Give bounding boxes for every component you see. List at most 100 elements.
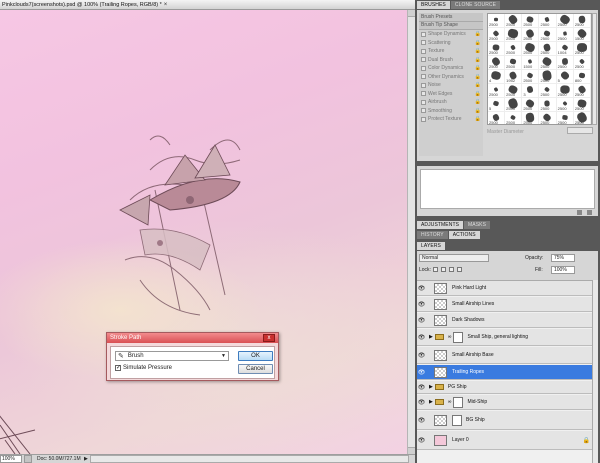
brush-option-checkbox[interactable] (421, 57, 426, 63)
brush-preset[interactable]: 5 (488, 98, 506, 112)
lock-icon[interactable]: 🔒 (475, 65, 481, 71)
brush-option[interactable]: Texture 🔒 (419, 47, 483, 56)
eye-icon[interactable]: 👁 (417, 369, 426, 376)
lock-icon[interactable]: 🔒 (475, 40, 481, 46)
canvas[interactable]: Stroke Path x ✎ Brush ▼ ✓ Simulate Press… (0, 10, 407, 454)
brush-preset[interactable]: 2500 (505, 84, 523, 98)
tab-clone-source[interactable]: CLONE SOURCE (450, 1, 501, 9)
layer-mask-thumbnail[interactable] (453, 331, 464, 343)
eye-icon[interactable]: 👁 (417, 334, 426, 341)
brush-preset[interactable]: 2500 (522, 98, 540, 112)
brush-preset[interactable]: 2500 (505, 97, 523, 112)
lock-icon[interactable]: 🔒 (475, 82, 481, 88)
brush-preset[interactable]: 2500 (539, 84, 557, 98)
brush-option[interactable]: Protect Texture 🔒 (419, 115, 483, 124)
lock-icon[interactable]: 🔒 (475, 48, 481, 54)
expand-triangle-icon[interactable]: ▶ (429, 334, 433, 340)
blend-mode-select[interactable]: Normal (419, 254, 489, 262)
brush-preset[interactable]: 2500 (488, 14, 506, 28)
eye-icon[interactable]: 👁 (417, 285, 426, 292)
lock-icon[interactable]: 🔒 (475, 74, 481, 80)
brush-preset[interactable]: 2500 (557, 112, 574, 124)
brush-preset[interactable]: 2500 (488, 112, 506, 124)
layer-mask-thumbnail[interactable] (452, 414, 462, 426)
brush-preset[interactable]: 1952 (505, 70, 523, 84)
zoom-field[interactable]: 100% (0, 455, 22, 463)
brush-preset[interactable]: 2500 (488, 42, 506, 56)
brush-grid-scrollbar[interactable] (592, 13, 597, 125)
brush-preset[interactable]: 4 (488, 70, 506, 84)
lock-transparent-icon[interactable] (433, 267, 438, 272)
brush-option[interactable]: Dual Brush 🔒 (419, 56, 483, 65)
eye-icon[interactable]: 👁 (417, 437, 426, 444)
brush-option[interactable]: Brush Presets (419, 13, 483, 22)
layer-row[interactable]: 👁 Layer 0 🔒 (417, 431, 598, 450)
eye-icon[interactable]: 👁 (417, 417, 426, 424)
brush-option[interactable]: Airbrush 🔒 (419, 98, 483, 107)
eye-icon[interactable]: 👁 (417, 301, 426, 308)
brush-preset[interactable]: 2500 (505, 56, 523, 70)
lock-icon[interactable]: 🔒 (475, 31, 481, 37)
fill-input[interactable]: 100% (551, 266, 575, 274)
layer-thumbnail[interactable] (434, 314, 447, 326)
lock-all-icon[interactable] (457, 267, 462, 272)
layer-row[interactable]: 👁 ▶ ∞ Small Ship, general lighting (417, 329, 598, 346)
tab-layers[interactable]: LAYERS (417, 242, 445, 250)
eye-icon[interactable]: 👁 (417, 384, 426, 391)
cancel-button[interactable]: Cancel (238, 364, 273, 374)
brush-option[interactable]: Wet Edges 🔒 (419, 90, 483, 99)
brush-preset[interactable]: 2500 (556, 56, 574, 70)
chevron-right-icon[interactable]: ▶ (84, 456, 88, 462)
lock-icon[interactable]: 🔒 (475, 91, 481, 97)
lock-icon[interactable]: 🔒 (475, 108, 481, 114)
brush-preset[interactable]: 2500 (488, 28, 506, 42)
lock-position-icon[interactable] (449, 267, 454, 272)
brush-option-checkbox[interactable] (421, 48, 426, 54)
brush-option[interactable]: Shape Dynamics 🔒 (419, 30, 483, 39)
brush-preset[interactable]: 2500 (539, 14, 557, 28)
vertical-scrollbar[interactable] (407, 10, 415, 454)
new-brush-icon[interactable] (587, 210, 592, 215)
brush-preset[interactable]: 800 (573, 70, 591, 84)
status-icon[interactable] (24, 455, 32, 463)
brush-preset[interactable]: 5 (556, 70, 574, 84)
layer-thumbnail[interactable] (434, 434, 447, 446)
dialog-close-button[interactable]: x (263, 334, 275, 342)
layer-thumbnail[interactable] (434, 414, 447, 426)
brush-option-checkbox[interactable] (421, 116, 426, 122)
lock-icon[interactable]: 🔒 (475, 99, 481, 105)
brush-option[interactable]: Color Dynamics 🔒 (419, 64, 483, 73)
expand-triangle-icon[interactable]: ▶ (429, 384, 433, 390)
layers-scrollbar[interactable] (592, 280, 598, 463)
layer-row[interactable]: 👁 ▶ ∞ Mid-Ship (417, 395, 598, 410)
brush-preset[interactable]: 2500 (539, 69, 557, 84)
expand-triangle-icon[interactable]: ▶ (429, 399, 433, 405)
brush-preset[interactable]: 2500 (556, 84, 574, 98)
opacity-input[interactable]: 75% (551, 254, 575, 262)
layer-row[interactable]: 👁 Pink Hard Light (417, 281, 598, 296)
lock-icon[interactable]: 🔒 (475, 57, 481, 63)
brush-preset[interactable]: 2500 (573, 84, 591, 98)
brush-preset[interactable]: 2500 (522, 28, 540, 42)
layer-thumbnail[interactable] (434, 349, 447, 361)
close-icon[interactable]: × (164, 2, 168, 8)
brush-preset[interactable]: 3 (522, 84, 540, 98)
preview-icon[interactable] (577, 210, 582, 215)
layer-row[interactable]: 👁 BG Ship (417, 411, 598, 430)
layer-thumbnail[interactable] (434, 298, 447, 310)
brush-preset[interactable]: 2500 (539, 55, 557, 70)
brush-preset[interactable]: 2500 (556, 28, 574, 42)
brush-preset[interactable]: 2500 (522, 112, 540, 124)
scroll-up-arrow[interactable] (408, 10, 415, 17)
brush-preset[interactable]: 2500 (488, 56, 506, 70)
layer-row[interactable]: 👁 Trailing Ropes (417, 365, 598, 380)
layer-row[interactable]: 👁 Small Airship Lines (417, 297, 598, 312)
eye-icon[interactable]: 👁 (417, 399, 426, 406)
ok-button[interactable]: OK (238, 351, 273, 361)
brush-option-checkbox[interactable] (421, 108, 426, 114)
brush-presets-grid[interactable]: 2500 2500 2500 2500 2500 2500 2500 2500 2500 2500… (487, 13, 592, 125)
lock-image-icon[interactable] (441, 267, 446, 272)
lock-icon[interactable]: 🔒 (475, 116, 481, 122)
brush-option-checkbox[interactable] (421, 99, 426, 105)
brush-preset[interactable]: 1004 (556, 42, 574, 56)
